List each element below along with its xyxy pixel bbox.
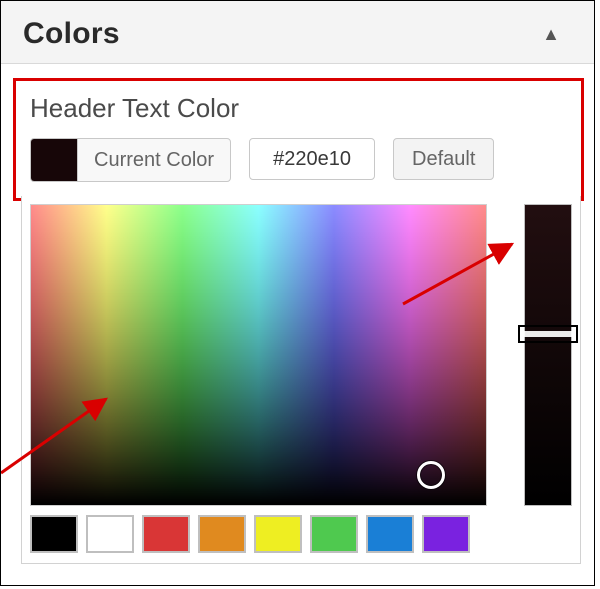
preset-red[interactable] (142, 515, 190, 553)
preset-green[interactable] (310, 515, 358, 553)
section-title: Colors (23, 17, 120, 51)
current-color-label: Current Color (78, 139, 230, 181)
preset-violet[interactable] (422, 515, 470, 553)
preset-yellow[interactable] (254, 515, 302, 553)
hex-input[interactable] (249, 138, 375, 180)
control-label: Header Text Color (30, 93, 567, 124)
current-color-button[interactable]: Current Color (30, 138, 231, 182)
preset-swatches (30, 515, 502, 553)
collapse-icon[interactable]: ▲ (532, 15, 570, 53)
color-picker (21, 196, 581, 564)
sv-cursor (417, 461, 445, 489)
preset-white[interactable] (86, 515, 134, 553)
header-text-color-controls: Header Text Color Current Color Default (13, 78, 584, 201)
lightness-slider[interactable] (524, 204, 572, 506)
current-color-swatch (31, 139, 78, 181)
colors-panel: Colors ▲ Header Text Color Current Color… (0, 0, 595, 586)
control-row: Current Color Default (30, 138, 567, 182)
saturation-value-field[interactable] (30, 204, 487, 506)
preset-blue[interactable] (366, 515, 414, 553)
section-header[interactable]: Colors ▲ (1, 1, 594, 64)
preset-orange[interactable] (198, 515, 246, 553)
default-button[interactable]: Default (393, 138, 494, 180)
preset-black[interactable] (30, 515, 78, 553)
